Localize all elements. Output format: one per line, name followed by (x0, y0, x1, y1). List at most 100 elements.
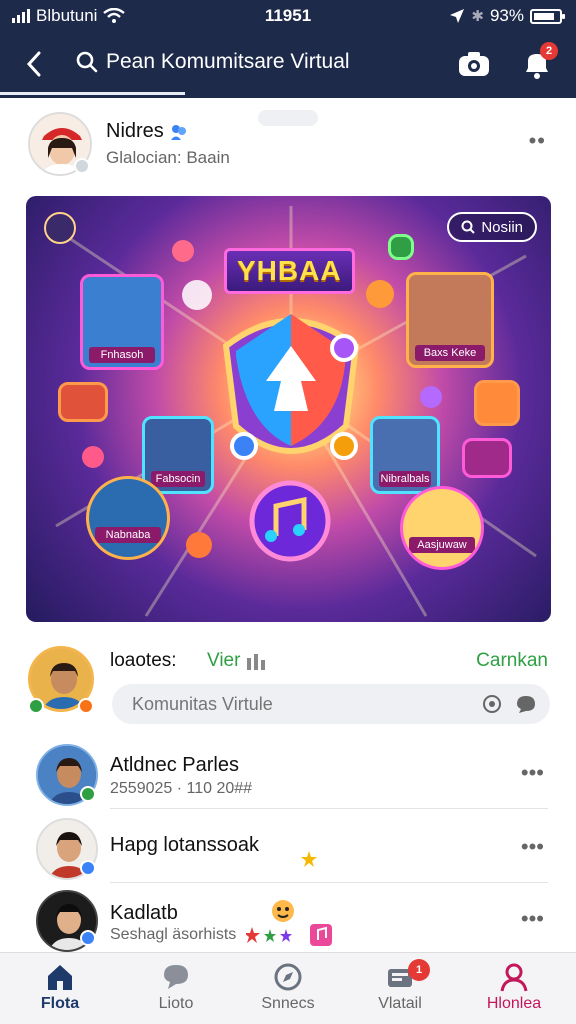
bottom-navigation: Flota Lioto Snnecs 1 Vlatail Hlonlea (0, 952, 576, 1024)
battery-percent: 93% (489, 6, 524, 25)
divider (110, 882, 548, 883)
notifications-button[interactable]: 2 (520, 42, 560, 80)
battery-icon (530, 8, 565, 24)
camera-button[interactable] (456, 48, 492, 80)
hero-round-2: Aasjuwaw (400, 486, 484, 570)
comments-section: loaotes: Vier Carnkan (0, 636, 576, 736)
online-status-dot (80, 786, 96, 802)
online-status-dot (80, 860, 96, 876)
post-author-name: Nidres (106, 120, 164, 142)
hero-tile-label: Fabsocin (151, 471, 205, 487)
input-actions (482, 694, 538, 714)
list-item-more-button[interactable]: ••• (521, 760, 544, 786)
view-comments-link[interactable]: Vier (207, 650, 266, 672)
list-item-subtitle: 2559025 · 110 20## (110, 780, 253, 797)
profile-icon (500, 963, 528, 992)
hero-tile-4: Nibralbals (370, 416, 440, 494)
hero-sparkle-icon (182, 280, 212, 310)
nav-explore[interactable]: Snnecs (238, 959, 338, 1021)
list-item-subtitle: Seshagl äsorhists (110, 926, 237, 943)
post-more-button[interactable]: •• (529, 128, 546, 154)
view-comments-label: Vier (207, 650, 241, 671)
character-sticker-icon (272, 900, 294, 922)
header-title: Pean Komumitsare Virtual (106, 50, 350, 73)
location-arrow-icon (450, 9, 465, 23)
online-status-dot (80, 930, 96, 946)
online-status-dot (74, 158, 90, 174)
nav-inbox[interactable]: 1 Vlatail (350, 959, 450, 1021)
hero-sparkle-icon (420, 386, 442, 408)
nav-profile-label: Hlonlea (486, 995, 542, 1012)
hero-tile-2: Baxs Keke (406, 272, 494, 368)
search-icon (76, 51, 98, 73)
inbox-badge: 1 (408, 959, 430, 981)
app-header: Pean Komumitsare Virtual 2 (0, 38, 576, 90)
bluetooth-icon: ✱ (471, 8, 484, 25)
hero-round-1: Nabnaba (86, 476, 170, 560)
hero-search-label: Nosiin (481, 218, 523, 236)
list-item-name: Hapg lotanssoak (110, 834, 259, 856)
chevron-left-icon (26, 51, 41, 77)
hero-game-icon (474, 380, 520, 426)
camera-icon (459, 52, 489, 76)
verified-people-icon (170, 124, 186, 140)
hero-tile-1: Fnhasoh (80, 274, 164, 370)
nav-home-label: Flota (40, 995, 80, 1012)
top-bar: Blbutuni 11951 ✱ 93% Pean Komumitsare Vi… (0, 0, 576, 98)
list-item-more-button[interactable]: ••• (521, 906, 544, 932)
nav-home[interactable]: Flota (10, 959, 110, 1021)
list-item-name: Atldnec Parles (110, 754, 239, 776)
scroll-indicator (0, 92, 185, 95)
hero-sparkle-icon (82, 446, 104, 468)
hero-search-button[interactable]: Nosiin (447, 212, 537, 242)
back-button[interactable] (18, 48, 50, 80)
hero-tile-label: Aasjuwaw (409, 537, 475, 553)
search-bar[interactable]: Pean Komumitsare Virtual (76, 50, 350, 74)
chat-icon (164, 965, 188, 989)
online-status-dot (28, 698, 44, 714)
music-note-icon (310, 924, 332, 946)
comments-label: loaotes: (110, 650, 177, 671)
post-subtitle: Glalocian: Baain (106, 148, 230, 167)
list-item[interactable]: Kadlatb Seshagl äsorhists ••• (0, 884, 576, 958)
hero-tile-label: Fnhasoh (89, 347, 155, 363)
hero-title: YHBAA (224, 248, 355, 294)
nav-chat[interactable]: Lioto (126, 959, 226, 1021)
notification-badge: 2 (540, 42, 558, 60)
comment-action-link[interactable]: Carnkan (476, 650, 548, 672)
hero-sparkle-icon (186, 532, 212, 558)
status-bar: Blbutuni 11951 ✱ 93% (0, 0, 576, 32)
nav-profile[interactable]: Hlonlea (464, 959, 564, 1021)
hero-book-icon (58, 382, 108, 422)
post-tag-chip (258, 110, 318, 126)
list-item-name: Kadlatb (110, 902, 178, 924)
home-icon (48, 965, 72, 990)
hero-music-bubble-icon (172, 240, 194, 262)
hero-tile-label: Nibralbals (379, 471, 431, 487)
list-item-more-button[interactable]: ••• (521, 834, 544, 860)
nav-inbox-label: Vlatail (378, 995, 422, 1012)
hero-star-card-icon (462, 438, 512, 478)
chat-bubble-icon[interactable] (514, 694, 538, 714)
divider (110, 808, 548, 809)
post-header: Nidres Glalocian: Baain •• (0, 104, 576, 184)
hero-tile-3: Fabsocin (142, 416, 214, 494)
hero-sparkle-icon (366, 280, 394, 308)
emoji-icon[interactable] (482, 694, 502, 714)
nav-chat-label: Lioto (158, 995, 194, 1012)
hero-tile-label: Baxs Keke (415, 345, 485, 361)
people-icon (247, 654, 266, 670)
list-item[interactable]: Atldnec Parles 2559025 · 110 20## ••• (0, 738, 576, 812)
nav-explore-label: Snnecs (261, 995, 315, 1012)
post-image[interactable]: YHBAA Nosiin Fnhasoh Baxs Keke Fabsocin … (26, 196, 551, 622)
list-item[interactable]: Hapg lotanssoak ••• (0, 812, 576, 886)
explore-icon (274, 963, 302, 991)
post-author[interactable]: Nidres (106, 120, 188, 143)
stars-icon (246, 927, 292, 943)
reaction-dot (78, 698, 94, 714)
hero-small-avatar (44, 212, 76, 244)
star-icon (301, 851, 317, 867)
hero-tile-label: Nabnaba (95, 527, 161, 543)
search-icon (461, 220, 476, 234)
hero-flag-icon (388, 234, 414, 260)
